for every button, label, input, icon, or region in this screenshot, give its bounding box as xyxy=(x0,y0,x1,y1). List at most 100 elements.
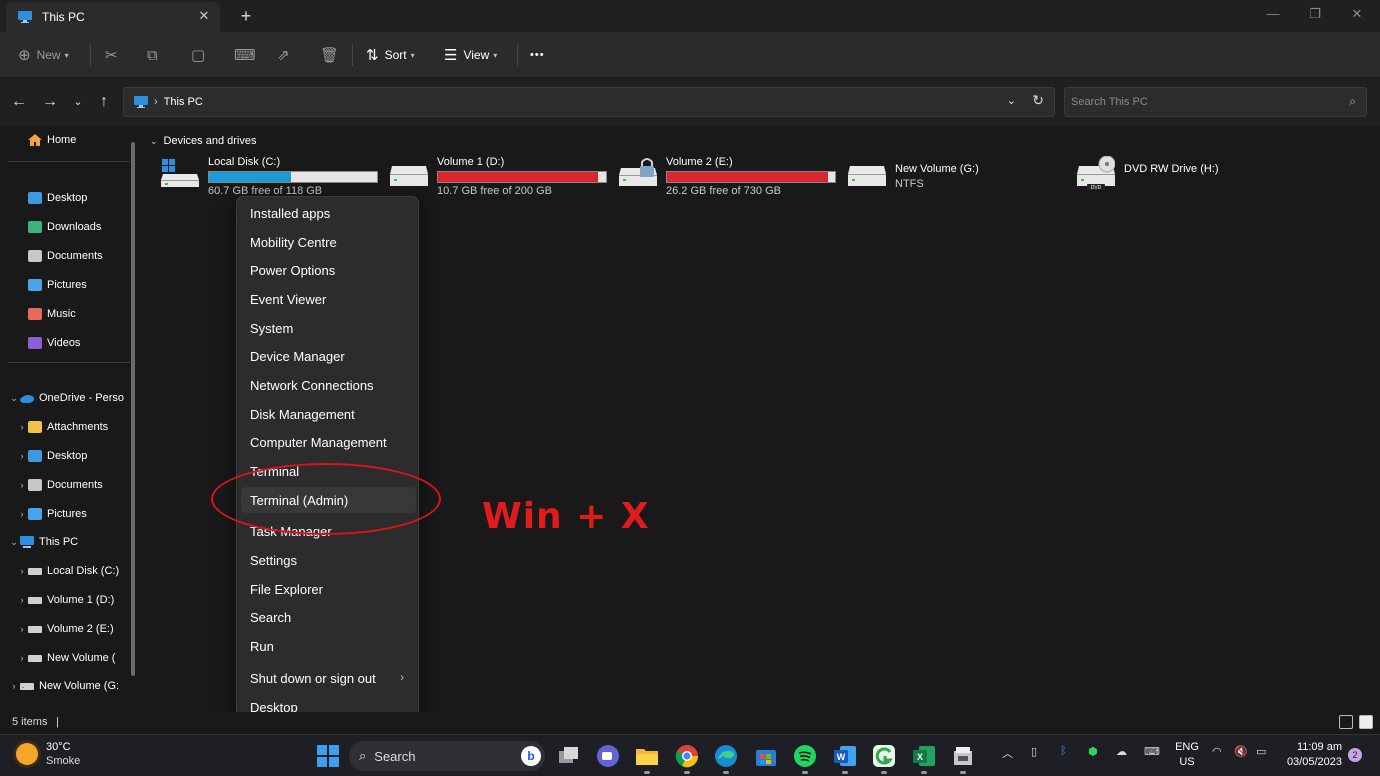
clock[interactable]: 11:09 am 03/05/2023 xyxy=(1286,740,1342,770)
tab-this-pc[interactable]: This PC ✕ xyxy=(6,2,220,32)
notification-badge[interactable]: 2 xyxy=(1348,748,1362,762)
rename-button[interactable]: ⌨ xyxy=(234,42,262,68)
details-view-icon[interactable] xyxy=(1339,715,1353,729)
greenshot-icon[interactable] xyxy=(871,743,897,769)
menu-item-mobility-centre[interactable]: Mobility Centre xyxy=(241,229,416,255)
task-view-icon[interactable] xyxy=(556,743,582,769)
onedrive-tray-icon[interactable]: ☁ xyxy=(1116,745,1127,758)
menu-item-system[interactable]: System xyxy=(241,315,416,341)
sidebar-scrollbar[interactable] xyxy=(131,142,135,676)
bluetooth-icon[interactable]: ᛒ xyxy=(1060,745,1067,757)
menu-item-settings[interactable]: Settings xyxy=(241,547,416,573)
drive-item-e[interactable]: Volume 2 (E:) 26.2 GB free of 730 GB xyxy=(619,154,839,198)
usb-icon[interactable]: ▯ xyxy=(1031,745,1037,758)
paste-button[interactable]: ▢ xyxy=(191,42,211,68)
tiles-view-icon[interactable] xyxy=(1359,715,1373,729)
menu-item-file-explorer[interactable]: File Explorer xyxy=(241,576,416,602)
share-button[interactable]: ⇗ xyxy=(277,42,296,68)
edge-icon[interactable] xyxy=(713,743,739,769)
address-bar[interactable]: › This PC ⌄ ↻ xyxy=(123,87,1055,117)
store-icon[interactable] xyxy=(753,743,779,769)
menu-item-device-manager[interactable]: Device Manager xyxy=(241,343,416,369)
menu-item-label: Settings xyxy=(250,553,297,568)
battery-icon[interactable]: ▭ xyxy=(1256,745,1266,758)
teams-chat-icon[interactable] xyxy=(595,743,621,769)
spotify-icon[interactable] xyxy=(792,743,818,769)
sort-button[interactable]: ⇅ Sort ▾ xyxy=(366,42,415,68)
chevron-right-icon[interactable]: › xyxy=(16,451,28,461)
group-header[interactable]: ⌄ Devices and drives xyxy=(150,135,256,147)
drive-item-c[interactable]: Local Disk (C:) 60.7 GB free of 118 GB xyxy=(161,154,381,198)
drive-item-h[interactable]: DVD DVD RW Drive (H:) xyxy=(1077,154,1297,198)
recent-locations-chevron-icon[interactable]: ⌄ xyxy=(66,90,90,114)
show-hidden-icons-chevron-icon[interactable]: ︿ xyxy=(1002,745,1013,761)
chevron-down-icon[interactable]: ⌄ xyxy=(150,136,158,147)
chevron-down-icon[interactable]: ⌄ xyxy=(8,393,20,404)
sidebar-item-onedrive-child[interactable]: ›Attachments xyxy=(16,415,148,439)
excel-icon[interactable]: X xyxy=(911,743,937,769)
weather-widget[interactable]: 30°C Smoke xyxy=(16,740,80,768)
sidebar-item-onedrive[interactable]: ⌄ OneDrive - Perso xyxy=(8,386,140,410)
cut-button[interactable]: ✂ xyxy=(105,42,124,68)
word-icon[interactable]: W xyxy=(832,743,858,769)
maximize-button[interactable]: ❐ xyxy=(1300,4,1330,24)
menu-item-network-connections[interactable]: Network Connections xyxy=(241,372,416,398)
view-button[interactable]: ☰ View ▾ xyxy=(444,42,497,68)
menu-item-run[interactable]: Run xyxy=(241,633,416,659)
file-explorer-icon[interactable] xyxy=(634,743,660,769)
chevron-right-icon[interactable]: › xyxy=(16,624,28,634)
sidebar-item-this-pc[interactable]: ⌄ This PC xyxy=(8,530,140,554)
sidebar-item-drive[interactable]: ›Volume 1 (D:) xyxy=(16,588,148,612)
address-dropdown-icon[interactable]: ⌄ xyxy=(1007,94,1016,107)
sidebar-item-drive[interactable]: ›Volume 2 (E:) xyxy=(16,617,148,641)
start-button-icon[interactable] xyxy=(315,743,341,769)
chrome-icon[interactable] xyxy=(674,743,700,769)
chevron-right-icon[interactable]: › xyxy=(16,480,28,490)
up-arrow-icon[interactable]: ↑ xyxy=(92,90,116,114)
drive-item-g[interactable]: New Volume (G:) NTFS xyxy=(848,154,1068,198)
chevron-right-icon[interactable]: › xyxy=(16,595,28,605)
sidebar-item-new-volume-g[interactable]: › New Volume (G: xyxy=(8,674,140,698)
minimize-button[interactable]: — xyxy=(1258,4,1288,24)
sidebar-item-onedrive-child[interactable]: ›Documents xyxy=(16,473,148,497)
drive-item-d[interactable]: Volume 1 (D:) 10.7 GB free of 200 GB xyxy=(390,154,610,198)
menu-item-installed-apps[interactable]: Installed apps xyxy=(241,200,416,226)
chevron-right-icon[interactable]: › xyxy=(16,509,28,519)
wifi-icon[interactable]: ◠ xyxy=(1212,745,1222,758)
menu-item-disk-management[interactable]: Disk Management xyxy=(241,401,416,427)
mute-speaker-icon[interactable]: 🔇 xyxy=(1234,745,1248,758)
back-arrow-icon[interactable]: ← xyxy=(7,90,31,114)
sidebar-item-onedrive-child[interactable]: ›Desktop xyxy=(16,444,148,468)
menu-item-search[interactable]: Search xyxy=(241,604,416,630)
forward-arrow-icon[interactable]: → xyxy=(38,90,62,114)
new-tab-button[interactable]: + xyxy=(236,6,256,26)
sidebar-item-drive[interactable]: ›Local Disk (C:) xyxy=(16,559,148,583)
chevron-right-icon[interactable]: › xyxy=(8,681,20,691)
sidebar-item-onedrive-child[interactable]: ›Pictures xyxy=(16,502,148,526)
copy-button[interactable]: ⧉ xyxy=(147,42,164,68)
chevron-right-icon[interactable]: › xyxy=(16,653,28,663)
more-options-button[interactable]: ••• xyxy=(530,42,545,68)
search-input[interactable] xyxy=(1071,96,1331,108)
taskbar-search[interactable]: ⌕ Search b xyxy=(349,741,545,771)
language-indicator[interactable]: ENG US xyxy=(1174,740,1200,770)
menu-item-event-viewer[interactable]: Event Viewer xyxy=(241,286,416,312)
sidebar-item-drive[interactable]: ›New Volume ( xyxy=(16,646,148,670)
refresh-icon[interactable]: ↻ xyxy=(1032,92,1044,109)
tab-close-icon[interactable]: ✕ xyxy=(196,8,212,24)
delete-button[interactable]: 🗑 xyxy=(320,42,345,68)
menu-item-shut-down-or-sign-out[interactable]: Shut down or sign out› xyxy=(241,665,416,691)
breadcrumb[interactable]: This PC xyxy=(164,96,203,108)
chevron-right-icon[interactable]: › xyxy=(16,422,28,432)
chevron-right-icon[interactable]: › xyxy=(16,566,28,576)
menu-item-computer-management[interactable]: Computer Management xyxy=(241,429,416,455)
bing-icon[interactable]: b xyxy=(521,746,541,766)
new-button[interactable]: ⊕ New ▾ xyxy=(18,42,69,68)
close-window-button[interactable]: ✕ xyxy=(1342,4,1372,24)
installer-icon[interactable] xyxy=(950,743,976,769)
keyboard-icon[interactable]: ⌨ xyxy=(1144,745,1160,758)
chevron-down-icon[interactable]: ⌄ xyxy=(8,537,20,548)
menu-item-power-options[interactable]: Power Options xyxy=(241,257,416,283)
search-box[interactable]: ⌕ xyxy=(1064,87,1367,117)
app-tray-icon[interactable]: ⬢ xyxy=(1088,745,1098,758)
